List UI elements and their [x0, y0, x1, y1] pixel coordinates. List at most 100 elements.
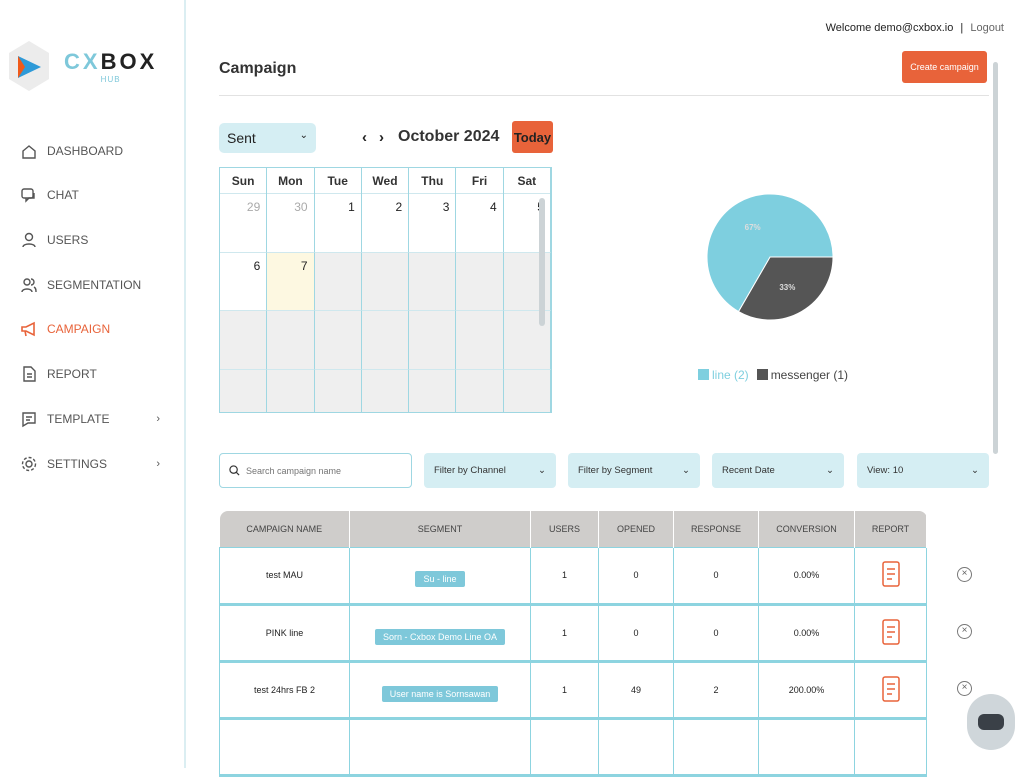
sidebar-item-campaign[interactable]: CAMPAIGN [20, 318, 160, 340]
search-box[interactable] [219, 453, 412, 488]
calendar-day-empty[interactable] [456, 311, 504, 370]
sidebar-item-users[interactable]: USERS [20, 229, 160, 251]
segment-tag: Sorn - Cxbox Demo Line OA [374, 628, 506, 645]
chat-widget-button[interactable] [967, 694, 1015, 750]
chart-legend: line (2) messenger (1) [698, 368, 848, 382]
chevron-down-icon: ⌄ [682, 465, 690, 476]
filter-view[interactable]: View: 10 ⌄ [857, 453, 989, 488]
calendar-day-empty[interactable] [267, 311, 315, 370]
legend-item-line[interactable]: line (2) [698, 368, 749, 382]
calendar-day-empty[interactable] [267, 369, 315, 412]
calendar-day[interactable]: 30 [267, 194, 315, 253]
campaign-name[interactable]: PINK line [219, 603, 350, 663]
search-input[interactable] [246, 465, 396, 476]
calendar-day-empty[interactable] [220, 311, 268, 370]
column-header: CAMPAIGN NAME [219, 511, 350, 547]
today-button[interactable]: Today [512, 121, 553, 153]
calendar-day[interactable]: 6 [220, 252, 268, 311]
delete-campaign-icon[interactable]: × [957, 567, 972, 582]
calendar-day-empty[interactable] [361, 311, 410, 370]
legend-swatch [756, 369, 768, 380]
legend-item-messenger[interactable]: messenger (1) [756, 368, 849, 382]
next-month-button[interactable]: › [379, 129, 384, 146]
calendar-day[interactable]: 4 [456, 194, 504, 253]
calendar-day-empty[interactable] [361, 369, 410, 412]
delete-campaign-icon[interactable]: × [957, 624, 972, 639]
weekday-header: Mon [267, 168, 315, 194]
calendar-day-empty[interactable] [456, 252, 504, 311]
calendar-day[interactable]: 29 [220, 194, 268, 253]
segment-tag: User name is Sornsawan [381, 685, 499, 702]
calendar-day-empty[interactable] [361, 252, 410, 311]
empty-cell [758, 717, 855, 777]
sidebar: CXBOX HUB DASHBOARD CHAT USERS SEGMENTATION… [0, 0, 186, 768]
empty-cell [219, 717, 350, 777]
campaign-name[interactable]: test MAU [219, 546, 350, 606]
sidebar-item-segmentation[interactable]: SEGMENTATION [20, 274, 160, 296]
column-header: USERS [530, 511, 599, 547]
calendar-day-empty[interactable] [314, 252, 362, 311]
table-row[interactable]: test 24hrs FB 2 User name is Sornsawan 1… [219, 660, 927, 720]
filter-channel[interactable]: Filter by Channel ⌄ [424, 453, 556, 488]
empty-cell [349, 717, 531, 777]
page-scrollbar[interactable] [993, 62, 998, 454]
calendar-day[interactable]: 7 [267, 252, 315, 311]
calendar-day-empty[interactable] [220, 369, 268, 412]
calendar-day[interactable]: 2 [361, 194, 410, 253]
filter-segment[interactable]: Filter by Segment ⌄ [568, 453, 700, 488]
calendar-day-empty[interactable] [409, 369, 457, 412]
opened-cell: 0 [598, 546, 674, 606]
filter-date[interactable]: Recent Date ⌄ [712, 453, 844, 488]
filter-view-label: View: 10 [867, 465, 904, 476]
sidebar-item-dashboard[interactable]: DASHBOARD [20, 140, 160, 162]
sidebar-item-label: SEGMENTATION [47, 278, 142, 292]
sidebar-item-label: DASHBOARD [47, 144, 124, 158]
weekday-header: Sun [220, 168, 268, 194]
chevron-right-icon: › [156, 413, 160, 425]
sidebar-item-report[interactable]: REPORT [20, 363, 160, 385]
campaign-name[interactable]: test 24hrs FB 2 [219, 660, 350, 720]
sidebar-item-settings[interactable]: SETTINGS › [20, 453, 160, 475]
status-select[interactable]: Sent ⌄ [219, 123, 316, 153]
report-icon[interactable] [881, 561, 900, 587]
opened-cell: 0 [598, 603, 674, 663]
sidebar-item-chat[interactable]: CHAT [20, 184, 160, 206]
calendar-day-empty[interactable] [409, 252, 457, 311]
calendar-day-empty[interactable] [503, 369, 551, 412]
empty-cell [673, 717, 759, 777]
sidebar-item-label: USERS [47, 233, 89, 247]
calendar-day-empty[interactable] [409, 311, 457, 370]
table-row[interactable] [219, 717, 927, 777]
column-header: CONVERSION [758, 511, 855, 547]
prev-month-button[interactable]: ‹ [362, 129, 367, 146]
calendar-day[interactable]: 1 [314, 194, 362, 253]
users-cell: 1 [530, 546, 599, 606]
sidebar-item-template[interactable]: TEMPLATE › [20, 408, 160, 430]
welcome-text: Welcome demo@cxbox.io [825, 22, 954, 34]
legend-swatch [698, 369, 709, 380]
calendar-scrollbar[interactable] [539, 198, 545, 326]
delete-campaign-icon[interactable]: × [957, 681, 972, 696]
create-campaign-button[interactable]: Create campaign [902, 51, 987, 83]
calendar-day-empty[interactable] [456, 369, 504, 412]
report-icon[interactable] [881, 618, 900, 645]
weekday-header: Thu [409, 168, 457, 194]
table-row[interactable]: PINK line Sorn - Cxbox Demo Line OA 1 0 … [219, 603, 927, 663]
report-icon[interactable] [881, 675, 900, 702]
sidebar-item-label: REPORT [47, 367, 97, 381]
table-row[interactable]: test MAU Su - line 1 0 0 0.00% [219, 546, 927, 606]
logo[interactable]: CXBOX HUB [8, 40, 157, 92]
calendar-day[interactable]: 3 [409, 194, 457, 253]
legend-label: messenger (1) [770, 368, 849, 382]
response-cell: 0 [673, 603, 759, 663]
logout-link[interactable]: Logout [970, 22, 1004, 34]
user-bar: Welcome demo@cxbox.io | Logout [826, 22, 1004, 34]
users-icon [21, 278, 37, 293]
opened-cell: 49 [598, 660, 674, 720]
users-cell: 1 [530, 660, 599, 720]
calendar-day-empty[interactable] [314, 311, 362, 370]
conversion-cell: 0.00% [758, 546, 855, 606]
calendar-day-empty[interactable] [314, 369, 362, 412]
column-header: REPORT [854, 511, 927, 547]
weekday-header: Fri [456, 168, 504, 194]
